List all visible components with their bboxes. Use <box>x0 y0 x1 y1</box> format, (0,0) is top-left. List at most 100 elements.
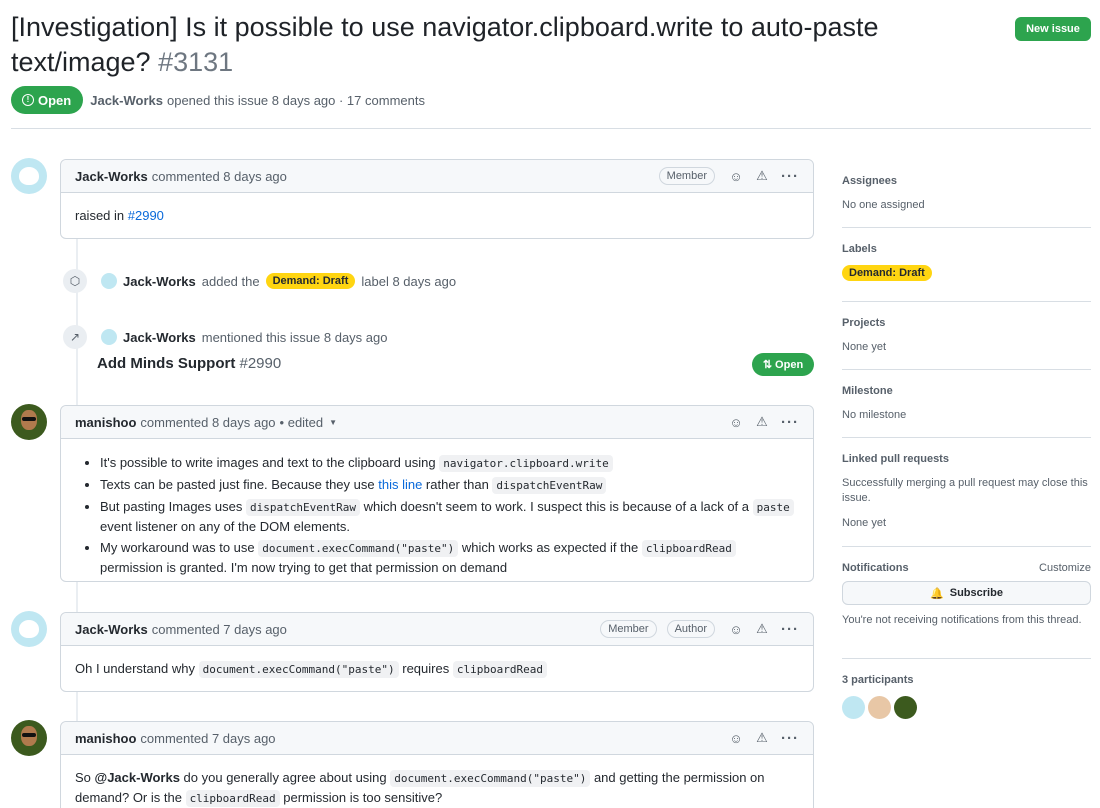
notifications-section: Notifications Customize 🔔 Subscribe You're… <box>842 562 1091 628</box>
participants-section: 3 participants <box>842 674 1091 719</box>
comment-body: It's possible to write images and text t… <box>61 439 813 591</box>
event-actor[interactable]: Jack-Works <box>123 274 196 289</box>
author-badge: Author <box>666 620 715 638</box>
sidebar-divider <box>842 546 1091 547</box>
avatar[interactable] <box>101 273 117 289</box>
label-chip[interactable]: Demand: Draft <box>842 265 932 281</box>
list-item: It's possible to write images and text t… <box>100 453 799 473</box>
label-chip[interactable]: Demand: Draft <box>265 273 356 289</box>
issue-title-text: [Investigation] Is it possible to use na… <box>11 12 879 77</box>
sidebar-divider <box>842 369 1091 370</box>
avatar[interactable] <box>11 720 47 756</box>
projects-heading[interactable]: Projects <box>842 317 885 329</box>
sidebar-divider <box>842 658 1091 659</box>
projects-section: Projects None yet <box>842 317 1091 355</box>
issue-opened-text: opened this issue 8 days ago · 17 commen… <box>166 92 425 108</box>
comment: Jack-Works commented 7 days ago Member A… <box>60 612 814 692</box>
avatar[interactable] <box>11 158 47 194</box>
label-event: ⬡ Jack-Works added the Demand: Draft lab… <box>63 269 456 293</box>
linked-prs-heading[interactable]: Linked pull requests <box>842 453 949 465</box>
labels-section: Labels Demand: Draft <box>842 243 1091 281</box>
kebab-menu-icon[interactable]: ··· <box>781 168 799 185</box>
user-mention[interactable]: @Jack-Works <box>95 770 180 785</box>
list-item: My workaround was to use document.execCo… <box>100 538 799 577</box>
labels-heading[interactable]: Labels <box>842 243 877 255</box>
assignees-heading[interactable]: Assignees <box>842 175 897 187</box>
comment-time[interactable]: commented 7 days ago <box>140 731 275 746</box>
comment-time[interactable]: commented 8 days ago <box>152 169 287 184</box>
add-reaction-icon[interactable]: ⚠ <box>751 166 773 186</box>
header-divider <box>11 128 1091 129</box>
inline-code: dispatchEventRaw <box>245 499 360 516</box>
comment-time[interactable]: commented 8 days ago <box>140 415 275 430</box>
milestone-heading[interactable]: Milestone <box>842 385 893 397</box>
add-reaction-icon[interactable]: ⚠ <box>751 728 773 748</box>
member-badge: Member <box>658 167 715 185</box>
ref-number: #2990 <box>239 355 282 372</box>
state-badge: ! Open <box>11 86 84 114</box>
customize-link[interactable]: Customize <box>1039 562 1091 574</box>
comment-body: Oh I understand why document.execCommand… <box>61 646 813 691</box>
add-reaction-icon[interactable]: ⚠ <box>751 619 773 639</box>
avatar[interactable] <box>868 696 891 719</box>
issue-ref-link[interactable]: #2990 <box>128 208 164 223</box>
cross-reference-icon: ↗ <box>63 325 87 349</box>
smiley-icon[interactable]: ☺ <box>725 166 747 186</box>
smiley-icon[interactable]: ☺ <box>725 728 747 748</box>
smiley-icon[interactable]: ☺ <box>725 412 747 432</box>
avatar[interactable] <box>11 404 47 440</box>
event-text: added the <box>201 273 260 289</box>
sidebar-divider <box>842 227 1091 228</box>
list-item: Texts can be pasted just fine. Because t… <box>100 475 799 495</box>
edited-dropdown[interactable]: • edited <box>280 415 324 430</box>
kebab-menu-icon[interactable]: ··· <box>781 730 799 747</box>
smiley-icon[interactable]: ☺ <box>725 619 747 639</box>
avatar[interactable] <box>11 611 47 647</box>
bullet-list: It's possible to write images and text t… <box>75 453 799 577</box>
state-label: Open <box>38 92 72 108</box>
ref-title[interactable]: Add Minds Support #2990 <box>97 355 281 372</box>
inline-code: document.execCommand("paste") <box>258 540 459 557</box>
comment-header: Jack-Works commented 7 days ago Member A… <box>61 613 813 646</box>
inline-code: document.execCommand("paste") <box>390 770 591 787</box>
notifications-heading: Notifications <box>842 562 909 574</box>
ref-state-label: Open <box>775 358 804 371</box>
subscribe-button[interactable]: 🔔 Subscribe <box>842 581 1091 605</box>
issue-title: [Investigation] Is it possible to use na… <box>11 10 971 80</box>
avatar[interactable] <box>101 329 117 345</box>
comment-author[interactable]: Jack-Works <box>75 622 148 637</box>
pull-request-icon: ⇅ <box>762 359 773 371</box>
inline-code: dispatchEventRaw <box>492 477 607 494</box>
sidebar-divider <box>842 301 1091 302</box>
comment-time[interactable]: commented 7 days ago <box>152 622 287 637</box>
ref-state-badge: ⇅ Open <box>752 353 814 376</box>
kebab-menu-icon[interactable]: ··· <box>781 621 799 638</box>
add-reaction-icon[interactable]: ⚠ <box>751 412 773 432</box>
comment-header: Jack-Works commented 8 days ago Member ☺… <box>61 160 813 193</box>
issue-author-link[interactable]: Jack-Works <box>90 93 163 108</box>
milestone-value: No milestone <box>842 409 907 421</box>
new-issue-button[interactable]: New issue <box>1015 17 1091 41</box>
participants-heading: 3 participants <box>842 674 914 686</box>
comment-author[interactable]: Jack-Works <box>75 169 148 184</box>
comment: manishoo commented 7 days ago ☺ ⚠ ··· So… <box>60 721 814 808</box>
issue-meta: ! Open Jack-Works opened this issue 8 da… <box>11 86 425 114</box>
avatar[interactable] <box>894 696 917 719</box>
caret-down-icon[interactable]: ▼ <box>329 418 337 427</box>
comment-author[interactable]: manishoo <box>75 415 136 430</box>
projects-value: None yet <box>842 341 887 353</box>
comment-body: So @Jack-Works do you generally agree ab… <box>75 770 765 807</box>
avatar[interactable] <box>842 696 865 719</box>
inline-code: clipboardRead <box>452 661 547 678</box>
event-actor[interactable]: Jack-Works <box>123 330 196 345</box>
comment-text: raised in <box>75 208 128 223</box>
ref-title-text[interactable]: Add Minds Support <box>97 355 235 372</box>
event-text: mentioned this issue 8 days ago <box>201 329 388 345</box>
milestone-section: Milestone No milestone <box>842 385 1091 423</box>
this-line-link[interactable]: this line <box>378 477 422 492</box>
inline-code: clipboardRead <box>641 540 736 557</box>
bell-icon: 🔔 <box>930 587 944 600</box>
event-text: label 8 days ago <box>361 273 457 289</box>
comment-author[interactable]: manishoo <box>75 731 136 746</box>
kebab-menu-icon[interactable]: ··· <box>781 414 799 431</box>
